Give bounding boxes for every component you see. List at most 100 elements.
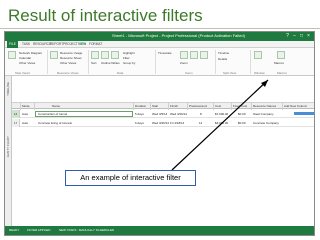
task-other-views-button[interactable]: Other Views <box>19 61 35 65</box>
view-bar: TIMELINE GANTT CHART <box>5 76 12 228</box>
column-divider <box>34 103 35 110</box>
minimize-button[interactable]: – <box>292 33 297 39</box>
column-divider <box>133 103 134 110</box>
outline-icon[interactable] <box>101 51 109 59</box>
calendar-button[interactable]: Calendar <box>19 56 31 60</box>
task-cost[interactable]: $7,000.00 <box>215 112 228 116</box>
gantt-view-icon[interactable] <box>8 51 16 59</box>
zoom-icon[interactable] <box>180 51 188 59</box>
group-by-dropdown[interactable]: Group by <box>123 61 135 65</box>
header-resource-names[interactable]: Resource Names <box>253 104 276 108</box>
timeline-checkbox[interactable]: Timeline <box>218 51 229 55</box>
column-divider <box>282 103 283 110</box>
task-resource[interactable]: Steel Company <box>253 112 274 116</box>
tab-resource[interactable]: RESOURCE <box>33 42 51 46</box>
close-button[interactable]: × <box>306 33 311 39</box>
header-mode[interactable]: Mode <box>22 104 30 108</box>
tab-file[interactable]: FILE <box>7 41 18 48</box>
table-row[interactable]: 17 Auto Concrete lining of tunnels 6 day… <box>12 119 314 127</box>
sort-label: Sort <box>91 61 97 65</box>
table-row[interactable]: 14 Auto Construction of tunnel 5 days We… <box>12 110 314 118</box>
task-mode: Auto <box>22 112 29 116</box>
details-checkbox[interactable]: Details <box>218 57 227 61</box>
tab-report[interactable]: REPORT <box>50 42 63 46</box>
tab-view[interactable]: VIEW <box>78 42 86 46</box>
ribbon-separator <box>215 50 216 74</box>
task-start[interactable]: Wed 3/26/14 <box>152 121 169 125</box>
zoom-label: Zoom <box>180 61 188 65</box>
row-number[interactable]: 14 <box>12 110 20 118</box>
ribbon-body: Network Diagram Calendar Other Views Res… <box>5 48 314 76</box>
group-macros: Macros <box>277 71 287 75</box>
sort-icon[interactable] <box>91 51 99 59</box>
macros-label: Macros <box>274 61 284 65</box>
header-start[interactable]: Start <box>152 104 158 108</box>
status-new-tasks[interactable]: NEW TASKS : MANUALLY SCHEDULED <box>59 228 114 232</box>
gantt-bar[interactable] <box>294 112 314 115</box>
maximize-button[interactable]: □ <box>299 33 304 39</box>
task-name[interactable]: Construction of tunnel <box>38 112 67 116</box>
entire-project-icon[interactable] <box>190 51 198 59</box>
header-predecessors[interactable]: Predecessors <box>189 104 207 108</box>
task-name[interactable]: Concrete lining of tunnels <box>38 121 72 125</box>
task-duration[interactable]: 5 days <box>135 112 144 116</box>
selected-tasks-icon[interactable] <box>200 51 208 59</box>
project-window: Sheet1 - Microsoft Project - Project Pro… <box>4 31 315 236</box>
group-window: Window <box>254 71 265 75</box>
tab-task[interactable]: TASK <box>22 42 30 46</box>
header-add-column[interactable]: Add New Column <box>284 104 307 108</box>
task-fixed-cost[interactable]: $0.00 <box>238 121 246 125</box>
window-title: Sheet1 - Microsoft Project - Project Pro… <box>112 33 245 38</box>
team-planner-icon[interactable] <box>50 51 58 59</box>
header-cost[interactable]: Cost <box>215 104 221 108</box>
new-window-icon[interactable] <box>254 51 262 59</box>
network-diagram-button[interactable]: Network Diagram <box>19 51 42 55</box>
outline-label: Outline <box>101 61 111 65</box>
row-number[interactable]: 17 <box>12 119 20 127</box>
tables-icon[interactable] <box>111 51 119 59</box>
header-duration[interactable]: Duration <box>135 104 146 108</box>
task-finish[interactable]: Wed 3/26/14 <box>170 112 187 116</box>
column-divider <box>213 103 214 110</box>
timeline-view-label[interactable]: TIMELINE <box>6 82 10 96</box>
resource-other-views-button[interactable]: Other Views <box>60 61 76 65</box>
tab-project[interactable]: PROJECT <box>63 42 78 46</box>
group-task-views: Task Views <box>15 71 30 75</box>
group-data: Data <box>117 71 124 75</box>
window-title-bar: Sheet1 - Microsoft Project - Project Pro… <box>5 32 314 41</box>
task-resource[interactable]: Concrete Company <box>253 121 279 125</box>
status-bar: READY FILTER APPLIED NEW TASKS : MANUALL… <box>5 226 314 235</box>
column-divider <box>20 103 21 110</box>
title-divider <box>0 28 320 29</box>
resource-usage-button[interactable]: Resource Usage <box>60 51 82 55</box>
gantt-chart-view-label[interactable]: GANTT CHART <box>6 136 10 157</box>
ribbon-separator <box>47 50 48 74</box>
task-finish[interactable]: Fri 4/18/14 <box>170 121 184 125</box>
task-predecessors[interactable]: 14 <box>199 121 202 125</box>
highlight-dropdown[interactable]: Highlight <box>123 51 135 55</box>
resource-sheet-button[interactable]: Resource Sheet <box>60 56 82 60</box>
help-button[interactable]: ? <box>285 33 290 39</box>
header-name[interactable]: Name <box>52 104 60 108</box>
header-fixed-cost[interactable]: Fixed Cost <box>233 104 247 108</box>
group-resource-views: Resource Views <box>57 71 79 75</box>
ribbon-tabs: FILE TASK RESOURCE REPORT PROJECT VIEW F… <box>5 41 314 48</box>
task-cost[interactable]: $4,000.00 <box>215 121 228 125</box>
task-fixed-cost[interactable]: $0.00 <box>238 112 246 116</box>
task-start[interactable]: Wed 3/5/14 <box>152 112 167 116</box>
filter-dropdown[interactable]: Filter <box>123 56 130 60</box>
grid-header: Mode Name Duration Start Finish Predeces… <box>12 102 314 110</box>
macros-icon[interactable] <box>277 51 285 59</box>
tab-format[interactable]: FORMAT <box>89 42 102 46</box>
timescale-dropdown[interactable]: Timescale <box>158 51 172 55</box>
task-duration[interactable]: 6 days <box>135 121 144 125</box>
column-divider <box>231 103 232 110</box>
task-grid: Mode Name Duration Start Finish Predeces… <box>12 76 314 228</box>
header-finish[interactable]: Finish <box>170 104 178 108</box>
group-split-view: Split View <box>223 71 237 75</box>
status-ready: READY <box>9 228 20 232</box>
task-predecessors[interactable]: 8 <box>200 112 202 116</box>
ribbon-separator <box>88 50 89 74</box>
ribbon-separator <box>250 50 251 74</box>
column-divider <box>150 103 151 110</box>
